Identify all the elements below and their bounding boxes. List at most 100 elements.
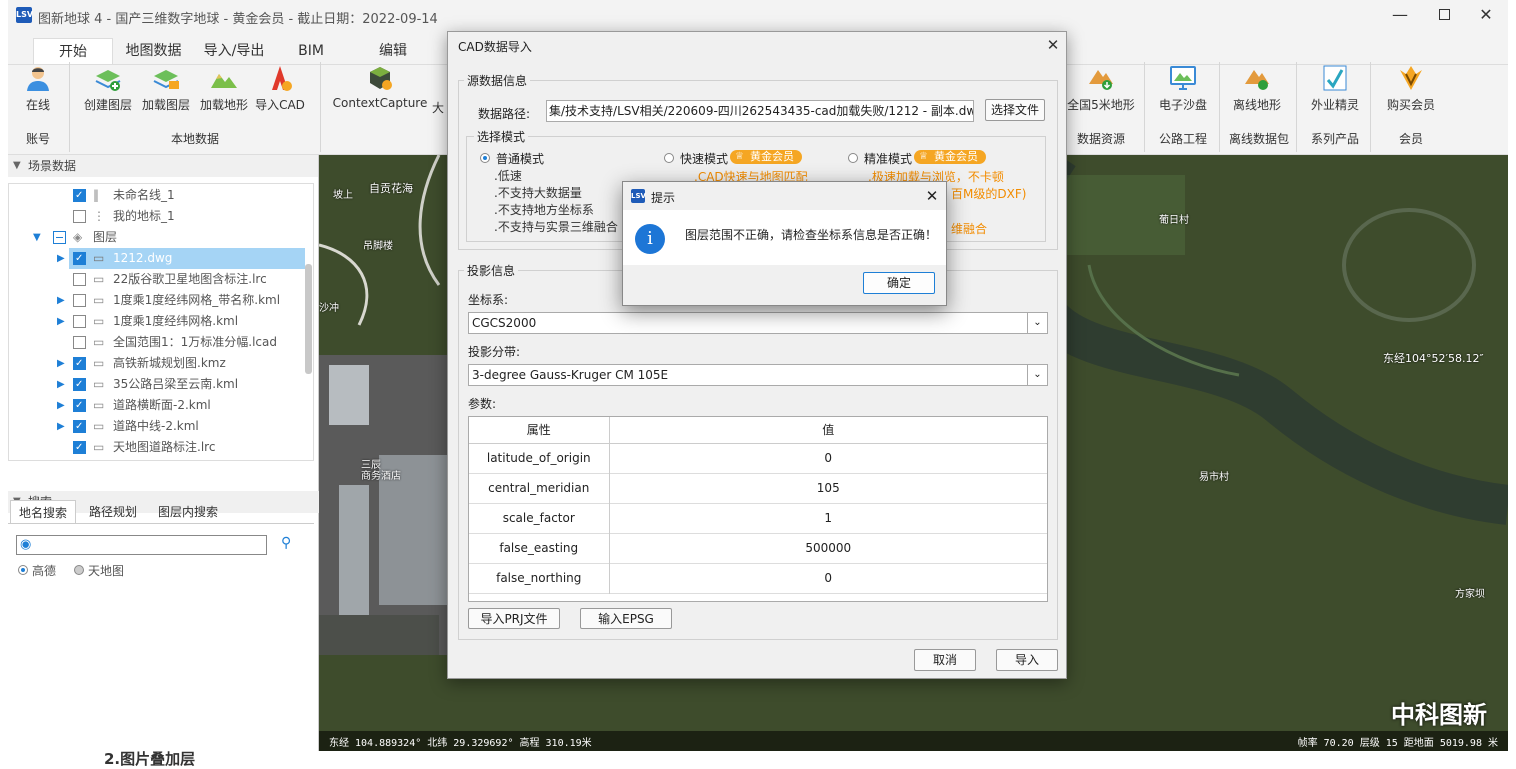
window-title: 图新地球 4 - 国产三维数字地球 - 黄金会员 - 截止日期：2022-09-… <box>38 12 438 27</box>
zone-select[interactable]: 3-degree Gauss-Kruger CM 105E ⌄ <box>468 364 1048 386</box>
cancel-button[interactable]: 取消 <box>914 649 976 671</box>
mode-desc-line: .低速 <box>494 169 522 183</box>
mode-normal-radio[interactable]: 普通模式 <box>480 150 630 166</box>
layer-checkbox[interactable] <box>73 315 86 328</box>
ok-button[interactable]: 确定 <box>863 272 935 294</box>
longitude-label: 东经104°52′58.12″ <box>1383 352 1484 365</box>
layer-checkbox[interactable] <box>73 248 86 269</box>
tab-map-data[interactable]: 地图数据 <box>116 38 191 64</box>
import-button[interactable]: 导入 <box>996 649 1058 671</box>
close-window-button[interactable]: ✕ <box>1464 2 1508 30</box>
national-5m-terrain-button[interactable]: 全国5米地形 <box>1066 64 1136 124</box>
input-epsg-button[interactable]: 输入EPSG <box>580 608 672 629</box>
tree-item[interactable]: ▶ ▭ 1度乘1度经纬网格.kml <box>9 311 309 332</box>
tab-bim[interactable]: BIM <box>286 38 336 64</box>
layer-checkbox[interactable] <box>73 185 86 206</box>
crs-select[interactable]: CGCS2000 ⌄ <box>468 312 1048 334</box>
expand-arrow-icon[interactable]: ▶ <box>57 374 65 395</box>
provider-radio-tianditu[interactable]: 天地图 <box>72 562 142 578</box>
table-row[interactable]: false_easting 500000 <box>469 533 1047 563</box>
path-input[interactable]: 集/技术支持/LSV相关/220609-四川262543435-cad加载失败/… <box>546 100 974 122</box>
tree-item[interactable]: ▭ 全国范围1：1万标准分幅.lcad <box>9 332 309 353</box>
tree-item[interactable]: ⋮ 我的地标_1 <box>9 206 309 227</box>
alert-close-button[interactable]: ✕ <box>921 185 943 207</box>
vip-badge-label: 黄金会员 <box>750 150 794 163</box>
group-highway: 公路工程 <box>1158 132 1207 146</box>
tree-item[interactable]: ▶ ▭ 道路中线-2.kml <box>9 416 309 437</box>
tree-scrollbar[interactable] <box>305 264 312 374</box>
search-tab-place[interactable]: 地名搜索 <box>10 500 76 524</box>
contextcapture-button[interactable]: ContextCapture <box>330 64 430 124</box>
table-row[interactable]: false_northing 0 <box>469 563 1047 593</box>
expand-arrow-icon[interactable]: ▶ <box>57 416 65 437</box>
tree-item[interactable]: ▶ ▭ 道路横断面-2.kml <box>9 395 309 416</box>
param-value[interactable]: 0 <box>609 563 1047 593</box>
provider-radio-gaode[interactable]: 高德 <box>16 562 76 578</box>
expand-arrow-icon[interactable]: ▼ <box>33 227 41 248</box>
expand-arrow-icon[interactable]: ▶ <box>57 248 65 269</box>
alert-title: 提示 <box>651 191 676 205</box>
param-value[interactable]: 105 <box>609 473 1047 503</box>
layer-checkbox[interactable] <box>73 374 86 395</box>
field-elf-button[interactable]: 外业精灵 <box>1302 64 1368 124</box>
layer-checkbox[interactable] <box>73 273 86 286</box>
tree-item[interactable]: ▭ 天地图道路标注.lrc <box>9 437 309 458</box>
layer-checkbox[interactable] <box>73 437 86 458</box>
folder-checkbox[interactable] <box>53 231 66 244</box>
tree-item[interactable]: ‖ 未命名线_1 <box>9 185 309 206</box>
load-terrain-button[interactable]: 加载地形 <box>196 64 252 124</box>
search-tab-in-layer[interactable]: 图层内搜索 <box>148 500 228 524</box>
electronic-sandbox-button[interactable]: 电子沙盘 <box>1150 64 1216 124</box>
layer-checkbox[interactable] <box>73 395 86 416</box>
layer-checkbox[interactable] <box>73 210 86 223</box>
title-bar: LSV 图新地球 4 - 国产三维数字地球 - 黄金会员 - 截止日期：2022… <box>8 0 1508 32</box>
tree-item[interactable]: ▶ ▭ 1度乘1度经纬网格_带名称.kml <box>9 290 309 311</box>
map-label: 易市村 <box>1199 472 1229 483</box>
search-tab-route[interactable]: 路径规划 <box>80 500 146 524</box>
place-search-input[interactable]: ◉ <box>16 535 267 555</box>
tree-item-selected[interactable]: ▶ ▭ 1212.dwg <box>57 248 305 269</box>
layer-checkbox[interactable] <box>73 416 86 437</box>
scene-data-header[interactable]: ▼ 场景数据 <box>8 155 318 177</box>
offline-terrain-button[interactable]: 离线地形 <box>1222 64 1292 124</box>
dialog-close-button[interactable]: ✕ <box>1042 34 1064 56</box>
expand-arrow-icon[interactable]: ▶ <box>57 395 65 416</box>
table-row[interactable]: scale_factor 1 <box>469 503 1047 533</box>
provider-gaode-label: 高德 <box>32 564 57 578</box>
scene-tree: ‖ 未命名线_1 ⋮ 我的地标_1 ▼ ◈ 图层 ▶ ▭ 1212.dwg ▭ … <box>8 183 314 461</box>
buy-membership-button[interactable]: 购买会员 <box>1376 64 1446 124</box>
tab-import-export[interactable]: 导入/导出 <box>195 38 273 64</box>
map-label: 自贡花海 <box>369 182 413 195</box>
tree-item-folder[interactable]: ▼ ◈ 图层 <box>9 227 309 248</box>
expand-arrow-icon[interactable]: ▶ <box>57 290 65 311</box>
create-layer-button[interactable]: 创建图层 <box>80 64 136 124</box>
tab-start[interactable]: 开始 <box>33 38 113 64</box>
param-value[interactable]: 500000 <box>609 533 1047 563</box>
location-pin-icon: ◉ <box>20 537 32 552</box>
search-icon[interactable]: ⚲ <box>281 535 291 551</box>
national-5m-terrain-label: 全国5米地形 <box>1067 98 1135 112</box>
tree-item[interactable]: ▶ ▭ 35公路吕梁至云南.kml <box>9 374 309 395</box>
maximize-button[interactable] <box>1422 2 1466 30</box>
online-account-button[interactable]: 在线 <box>14 64 62 124</box>
expand-arrow-icon[interactable]: ▶ <box>57 311 65 332</box>
minimize-button[interactable]: — <box>1378 2 1422 30</box>
expand-arrow-icon[interactable]: ▶ <box>57 353 65 374</box>
table-row[interactable]: latitude_of_origin 0 <box>469 443 1047 473</box>
layer-checkbox[interactable] <box>73 294 86 307</box>
import-prj-button[interactable]: 导入PRJ文件 <box>468 608 560 629</box>
alert-message: 图层范围不正确，请检查坐标系信息是否正确！ <box>685 228 938 242</box>
tab-edit[interactable]: 编辑 <box>368 38 418 64</box>
tree-item-label: 高铁新城规划图.kmz <box>113 356 226 370</box>
mode-precise-desc-3: 维融合 <box>951 222 988 236</box>
layer-checkbox[interactable] <box>73 353 86 374</box>
load-layer-button[interactable]: 加载图层 <box>138 64 194 124</box>
choose-file-button[interactable]: 选择文件 <box>985 99 1045 121</box>
tree-item[interactable]: ▭ 22版谷歌卫星地图含标注.lrc <box>9 269 309 290</box>
param-value[interactable]: 1 <box>609 503 1047 533</box>
import-cad-button[interactable]: 导入CAD <box>252 64 308 124</box>
param-value[interactable]: 0 <box>609 443 1047 473</box>
layer-checkbox[interactable] <box>73 336 86 349</box>
table-row[interactable]: central_meridian 105 <box>469 473 1047 503</box>
tree-item[interactable]: ▶ ▭ 高铁新城规划图.kmz <box>9 353 309 374</box>
